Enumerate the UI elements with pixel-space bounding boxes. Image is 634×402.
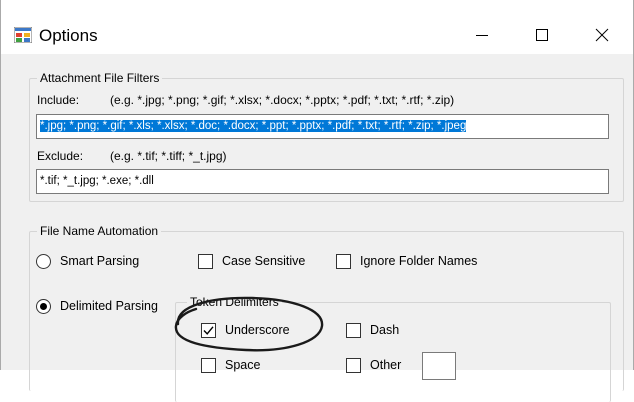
window-title: Options bbox=[39, 26, 98, 45]
exclude-input-value: *.tif; *_t.jpg; *.exe; *.dll bbox=[40, 175, 154, 187]
include-input[interactable]: *.jpg; *.png; *.gif; *.xls; *.xlsx; *.do… bbox=[36, 114, 609, 139]
radio-selected-dot bbox=[40, 303, 47, 310]
space-box bbox=[201, 358, 216, 373]
group-title-file-name-automation: File Name Automation bbox=[37, 224, 162, 238]
other-delimiter-input[interactable] bbox=[422, 352, 456, 380]
case-sensitive-label: Case Sensitive bbox=[222, 254, 306, 268]
group-title-attachment-filters: Attachment File Filters bbox=[37, 71, 163, 85]
ignore-folder-names-label: Ignore Folder Names bbox=[360, 254, 478, 268]
include-label: Include: bbox=[37, 93, 80, 107]
highlight-ellipse-annotation bbox=[174, 296, 324, 352]
delimited-parsing-label: Delimited Parsing bbox=[60, 299, 158, 313]
app-icon bbox=[13, 26, 33, 44]
smart-parsing-radio-circle bbox=[36, 254, 51, 269]
maximize-icon bbox=[536, 29, 548, 41]
include-example-text: (e.g. *.jpg; *.png; *.gif; *.xlsx; *.doc… bbox=[110, 93, 455, 107]
maximize-button[interactable] bbox=[519, 18, 565, 52]
title-bar[interactable]: Options bbox=[1, 0, 633, 54]
ignore-folder-names-box bbox=[336, 254, 351, 269]
dash-label: Dash bbox=[370, 323, 400, 337]
attachment-filters-group: Attachment File Filters Include: (e.g. *… bbox=[29, 71, 624, 202]
options-window: Options Attachment File Filters Include:… bbox=[0, 0, 634, 402]
other-box bbox=[346, 358, 361, 373]
minimize-button[interactable] bbox=[459, 18, 505, 52]
delimited-parsing-radio-circle bbox=[36, 299, 51, 314]
minimize-icon bbox=[476, 35, 488, 36]
close-button[interactable] bbox=[579, 18, 625, 52]
include-input-value: *.jpg; *.png; *.gif; *.xls; *.xlsx; *.do… bbox=[40, 120, 467, 132]
space-label: Space bbox=[225, 358, 261, 372]
exclude-example-text: (e.g. *.tif; *.tiff; *_t.jpg) bbox=[110, 149, 227, 163]
exclude-label: Exclude: bbox=[37, 149, 84, 163]
smart-parsing-label: Smart Parsing bbox=[60, 254, 140, 268]
case-sensitive-box bbox=[198, 254, 213, 269]
close-icon bbox=[595, 28, 609, 42]
dialog-content: Attachment File Filters Include: (e.g. *… bbox=[1, 54, 633, 402]
other-label: Other bbox=[370, 358, 402, 372]
exclude-input[interactable]: *.tif; *_t.jpg; *.exe; *.dll bbox=[36, 169, 609, 194]
dash-box bbox=[346, 323, 361, 338]
